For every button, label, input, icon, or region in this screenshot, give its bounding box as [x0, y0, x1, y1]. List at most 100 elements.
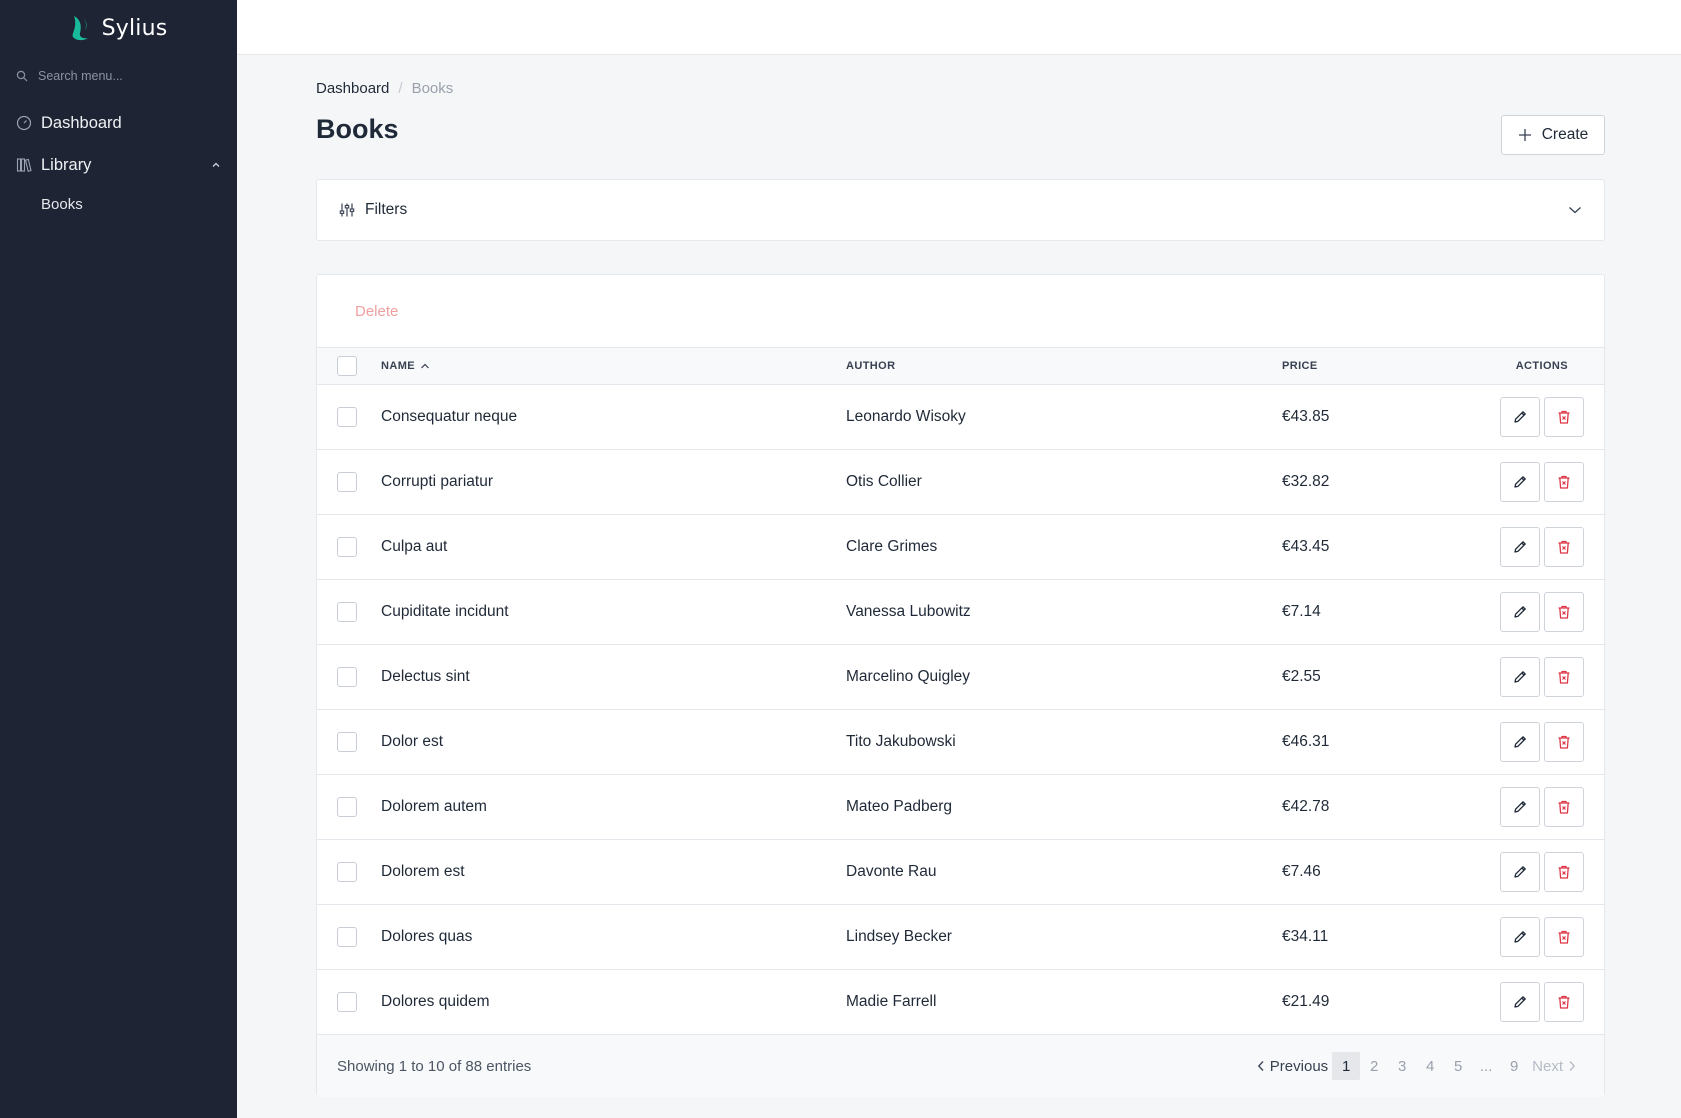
delete-button[interactable]	[1544, 787, 1584, 827]
plus-icon	[1518, 129, 1531, 141]
pagination-page-4[interactable]: 4	[1416, 1052, 1444, 1080]
pagination-next[interactable]: Next	[1532, 1058, 1576, 1075]
delete-button[interactable]	[1544, 592, 1584, 632]
trash-icon	[1558, 930, 1570, 944]
delete-button[interactable]	[1544, 527, 1584, 567]
menu-search	[0, 58, 237, 94]
cell-price: €43.45	[1282, 538, 1330, 555]
pagination: Previous 1 2 3 4 5 ... 9 Next	[1257, 1052, 1576, 1080]
edit-button[interactable]	[1500, 722, 1540, 762]
cell-author: Madie Farrell	[846, 993, 937, 1010]
cell-author: Mateo Padberg	[846, 798, 952, 815]
delete-button[interactable]	[1544, 462, 1584, 502]
chevron-left-icon	[1257, 1061, 1264, 1071]
filters-toggle[interactable]: Filters	[316, 179, 1605, 241]
pencil-icon	[1514, 801, 1526, 813]
edit-button[interactable]	[1500, 592, 1540, 632]
pagination-page-2[interactable]: 2	[1360, 1052, 1388, 1080]
delete-button[interactable]	[1544, 852, 1584, 892]
pagination-previous[interactable]: Previous	[1257, 1058, 1328, 1075]
column-header-name-label: NAME	[381, 360, 415, 372]
table-header: NAME AUTHOR PRICE ACTIONS	[317, 348, 1604, 385]
cell-name: Cupiditate incidunt	[381, 603, 509, 620]
pencil-icon	[1514, 996, 1526, 1008]
entries-summary: Showing 1 to 10 of 88 entries	[337, 1057, 532, 1075]
table-row: Dolor est Tito Jakubowski €46.31	[317, 710, 1604, 775]
dashboard-icon	[16, 115, 32, 131]
select-all-checkbox[interactable]	[337, 356, 357, 376]
sidebar: Sylius Dashboard Library Books	[0, 0, 237, 1118]
table-row: Delectus sint Marcelino Quigley €2.55	[317, 645, 1604, 710]
pagination-page-3[interactable]: 3	[1388, 1052, 1416, 1080]
column-header-actions: ACTIONS	[1515, 360, 1568, 372]
column-header-author: AUTHOR	[846, 360, 896, 372]
pencil-icon	[1514, 866, 1526, 878]
sidebar-item-library[interactable]: Library	[0, 144, 237, 186]
pagination-page-last[interactable]: 9	[1500, 1052, 1528, 1080]
brand-logo[interactable]: Sylius	[0, 0, 237, 56]
cell-author: Clare Grimes	[846, 538, 938, 555]
edit-button[interactable]	[1500, 527, 1540, 567]
edit-button[interactable]	[1500, 982, 1540, 1022]
row-checkbox[interactable]	[337, 927, 357, 947]
delete-button[interactable]	[1544, 657, 1584, 697]
delete-button[interactable]	[1544, 722, 1584, 762]
sidebar-item-books[interactable]: Books	[0, 186, 237, 222]
edit-button[interactable]	[1500, 462, 1540, 502]
trash-icon	[1558, 540, 1570, 554]
edit-button[interactable]	[1500, 787, 1540, 827]
filters-label: Filters	[365, 201, 408, 218]
breadcrumb: Dashboard / Books	[316, 80, 453, 97]
search-menu-input[interactable]	[38, 69, 218, 83]
pagination-page-1[interactable]: 1	[1332, 1052, 1361, 1080]
pencil-icon	[1514, 476, 1526, 488]
cell-price: €7.14	[1282, 603, 1321, 620]
pagination-page-5[interactable]: 5	[1444, 1052, 1472, 1080]
cell-price: €21.49	[1282, 993, 1330, 1010]
pencil-icon	[1514, 411, 1526, 423]
table-row: Dolorem autem Mateo Padberg €42.78	[317, 775, 1604, 840]
trash-icon	[1558, 605, 1570, 619]
create-button[interactable]: Create	[1501, 115, 1605, 155]
delete-button[interactable]	[1544, 982, 1584, 1022]
pencil-icon	[1514, 541, 1526, 553]
column-header-name[interactable]: NAME	[381, 360, 430, 372]
pencil-icon	[1514, 736, 1526, 748]
chevron-down-icon	[1568, 205, 1582, 215]
cell-price: €2.55	[1282, 668, 1321, 685]
cell-author: Otis Collier	[846, 473, 922, 490]
row-checkbox[interactable]	[337, 732, 357, 752]
breadcrumb-dashboard-link[interactable]: Dashboard	[316, 80, 389, 97]
edit-button[interactable]	[1500, 852, 1540, 892]
row-checkbox[interactable]	[337, 472, 357, 492]
bulk-delete-button[interactable]: Delete	[355, 303, 398, 320]
edit-button[interactable]	[1500, 397, 1540, 437]
table-row: Cupiditate incidunt Vanessa Lubowitz €7.…	[317, 580, 1604, 645]
delete-button[interactable]	[1544, 917, 1584, 957]
edit-button[interactable]	[1500, 917, 1540, 957]
trash-icon	[1558, 475, 1570, 489]
cell-name: Dolores quidem	[381, 993, 490, 1010]
trash-icon	[1558, 670, 1570, 684]
breadcrumb-current: Books	[411, 80, 454, 97]
trash-icon	[1558, 410, 1570, 424]
table-row: Culpa aut Clare Grimes €43.45	[317, 515, 1604, 580]
row-checkbox[interactable]	[337, 602, 357, 622]
row-checkbox[interactable]	[337, 797, 357, 817]
edit-button[interactable]	[1500, 657, 1540, 697]
row-checkbox[interactable]	[337, 407, 357, 427]
row-checkbox[interactable]	[337, 537, 357, 557]
sidebar-item-dashboard[interactable]: Dashboard	[0, 102, 237, 144]
cell-price: €43.85	[1282, 408, 1330, 425]
row-checkbox[interactable]	[337, 667, 357, 687]
pencil-icon	[1514, 931, 1526, 943]
delete-button[interactable]	[1544, 397, 1584, 437]
row-checkbox[interactable]	[337, 992, 357, 1012]
table-row: Corrupti pariatur Otis Collier €32.82	[317, 450, 1604, 515]
row-checkbox[interactable]	[337, 862, 357, 882]
cell-price: €42.78	[1282, 798, 1330, 815]
chevron-up-icon	[211, 160, 221, 170]
sylius-logo-icon	[72, 16, 88, 41]
cell-author: Leonardo Wisoky	[846, 408, 966, 425]
trash-icon	[1558, 865, 1570, 879]
